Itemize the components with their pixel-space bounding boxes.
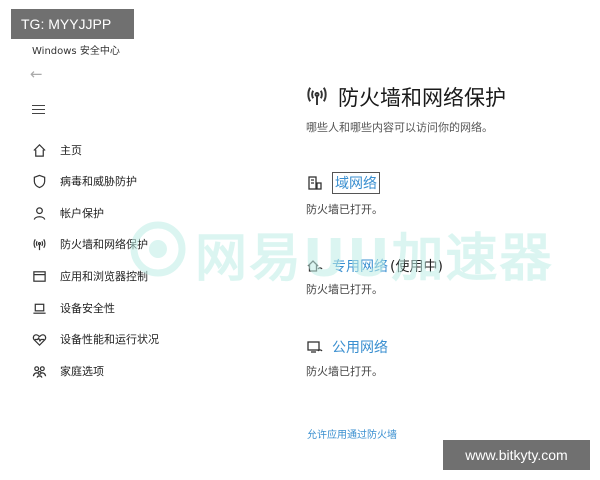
domain-network-icon xyxy=(306,175,324,191)
back-arrow-icon[interactable]: ← xyxy=(30,66,46,82)
telegram-tag: TG: MYYJJPP xyxy=(11,9,134,39)
sidebar-item-firewall[interactable]: 防火墙和网络保护 xyxy=(30,235,148,253)
page-subtitle: 哪些人和哪些内容可以访问你的网络。 xyxy=(306,121,493,134)
window-title: Windows 安全中心 xyxy=(32,46,120,57)
watermark: 网易UU加速器 xyxy=(115,210,585,290)
network-private[interactable]: 专用网络 (使用中) xyxy=(306,256,443,276)
sidebar-item-virus-protection[interactable]: 病毒和威胁防护 xyxy=(30,172,137,190)
site-url-tag: www.bitkyty.com xyxy=(443,440,590,470)
heart-pulse-icon xyxy=(30,331,48,347)
sidebar-item-label: 防火墙和网络保护 xyxy=(60,238,148,251)
home-icon xyxy=(30,142,48,158)
public-network-link[interactable]: 公用网络 xyxy=(332,337,388,357)
laptop-icon xyxy=(30,300,48,316)
sidebar-item-label: 病毒和威胁防护 xyxy=(60,175,137,188)
watermark-text: 网易UU加速器 xyxy=(195,229,554,289)
domain-network-status: 防火墙已打开。 xyxy=(306,203,383,216)
allow-app-through-firewall-link[interactable]: 允许应用通过防火墙 xyxy=(307,426,397,441)
private-network-status: 防火墙已打开。 xyxy=(306,283,383,296)
sidebar-item-label: 帐户保护 xyxy=(60,207,104,220)
family-icon xyxy=(30,363,48,379)
page-title: 防火墙和网络保护 xyxy=(338,86,506,110)
private-network-icon xyxy=(306,258,324,274)
hamburger-menu-icon[interactable] xyxy=(32,105,45,115)
sidebar-item-label: 设备性能和运行状况 xyxy=(60,333,159,346)
private-network-in-use: (使用中) xyxy=(390,259,443,275)
public-network-status: 防火墙已打开。 xyxy=(306,365,383,378)
sidebar-item-app-browser-control[interactable]: 应用和浏览器控制 xyxy=(30,267,148,285)
sidebar-item-device-security[interactable]: 设备安全性 xyxy=(30,299,115,317)
private-network-link[interactable]: 专用网络 xyxy=(332,256,388,276)
sidebar-item-label: 应用和浏览器控制 xyxy=(60,270,148,283)
sidebar-item-home[interactable]: 主页 xyxy=(30,141,82,159)
sidebar-item-label: 主页 xyxy=(60,144,82,157)
person-icon xyxy=(30,205,48,221)
domain-network-link[interactable]: 域网络 xyxy=(332,172,380,194)
browser-window-icon xyxy=(30,268,48,284)
sidebar-item-label: 家庭选项 xyxy=(60,365,104,378)
network-public[interactable]: 公用网络 xyxy=(306,337,388,357)
network-domain[interactable]: 域网络 xyxy=(306,172,380,194)
public-network-icon xyxy=(306,339,324,355)
sidebar-item-family-options[interactable]: 家庭选项 xyxy=(30,362,104,380)
wifi-antenna-icon xyxy=(30,236,48,252)
wifi-antenna-icon xyxy=(305,84,329,108)
sidebar-item-label: 设备安全性 xyxy=(60,302,115,315)
sidebar-item-account-protection[interactable]: 帐户保护 xyxy=(30,204,104,222)
sidebar-item-device-performance[interactable]: 设备性能和运行状况 xyxy=(30,330,159,348)
shield-icon xyxy=(30,173,48,189)
